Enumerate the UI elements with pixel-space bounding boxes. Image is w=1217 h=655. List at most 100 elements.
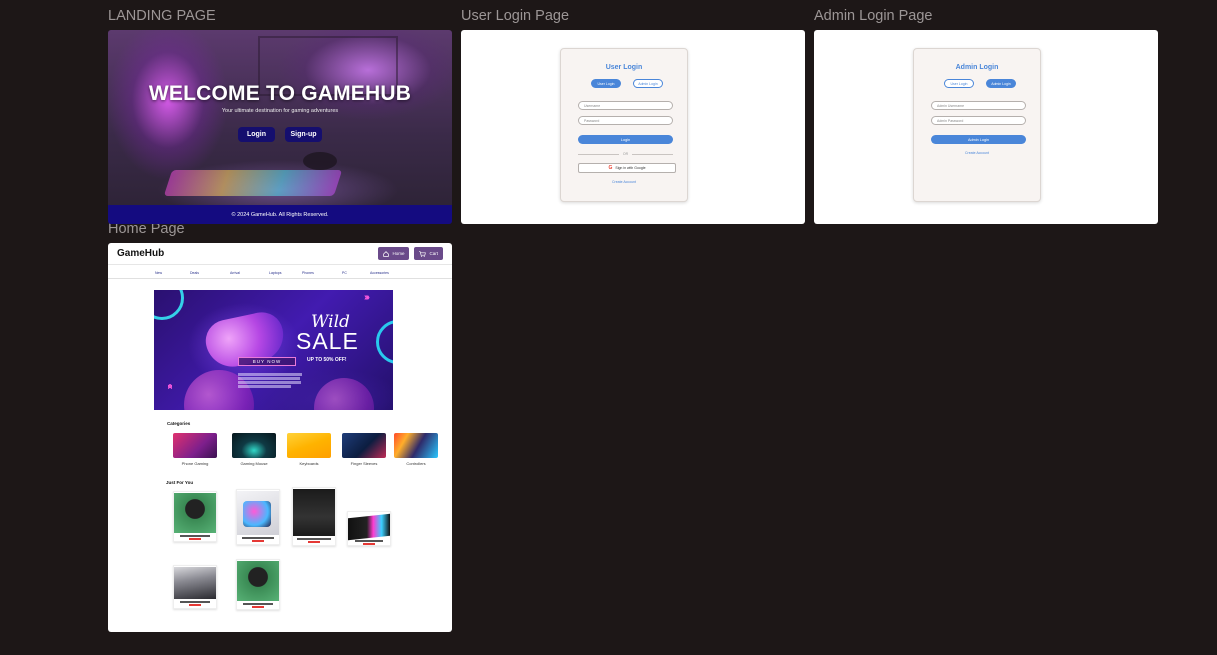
keyboard-graphic	[163, 170, 343, 196]
admin-username-field[interactable]: Admin Username	[931, 101, 1026, 110]
landing-buttons: Login Sign-up	[108, 127, 452, 142]
category-label: Phone Gaming	[181, 461, 209, 466]
product-price	[237, 540, 279, 544]
username-field[interactable]: Username	[578, 101, 673, 110]
category-image	[394, 433, 438, 458]
create-account-link[interactable]: Create Account	[561, 180, 687, 184]
banner-discount: UP TO 50% OFF!	[307, 357, 347, 363]
admin-login-title: Admin Login	[955, 64, 999, 71]
product-name	[237, 535, 279, 539]
product-card[interactable]	[173, 565, 217, 609]
home-topbar: GameHub Home Cart	[108, 243, 452, 265]
category-controllers[interactable]: Controllers	[394, 433, 438, 466]
just-for-you-heading: Just For You	[166, 480, 194, 485]
google-icon: G	[608, 165, 613, 171]
user-login-button[interactable]: Login	[578, 135, 673, 144]
user-login-tab[interactable]: User Login	[944, 79, 974, 88]
home-frame[interactable]: GameHub Home Cart New Deals Arrival Lapt…	[108, 243, 452, 632]
cart-icon	[419, 250, 427, 257]
category-label: Keyboards	[299, 461, 319, 466]
product-card[interactable]	[347, 511, 391, 546]
neon-ring	[154, 290, 184, 320]
nav-new[interactable]: New	[155, 271, 162, 275]
decor-blob	[314, 378, 374, 410]
landing-footer: © 2024 GameHub. All Rights Reserved.	[108, 205, 452, 224]
product-image	[293, 489, 335, 536]
login-button[interactable]: Login	[238, 127, 275, 142]
product-image	[174, 567, 216, 599]
sale-banner[interactable]: ››› ››› Wild SALE UP TO 50% OFF! BUY NOW	[154, 290, 393, 410]
nav-phones[interactable]: Phones	[302, 271, 314, 275]
user-login-title: User Login	[605, 64, 643, 71]
landing-subtitle: Your ultimate destination for gaming adv…	[221, 108, 339, 114]
neon-ring	[376, 320, 393, 364]
product-name	[293, 536, 335, 540]
home-button[interactable]: Home	[378, 247, 410, 260]
product-name	[237, 601, 279, 605]
category-gaming-mouse[interactable]: Gaming Mouse	[232, 433, 276, 466]
cart-button-label: Cart	[429, 251, 438, 256]
category-label: Controllers	[406, 461, 426, 466]
category-image	[173, 433, 217, 458]
admin-login-button[interactable]: Admin Login	[931, 135, 1026, 144]
product-price	[237, 606, 279, 610]
banner-sale: SALE	[296, 328, 359, 354]
or-divider: OR	[578, 152, 673, 156]
product-price	[174, 538, 216, 542]
or-text: OR	[622, 152, 629, 156]
admin-login-tab[interactable]: Admin Login	[986, 79, 1016, 88]
product-price	[348, 543, 390, 547]
category-label: Gaming Mouse	[240, 461, 268, 466]
product-image	[348, 513, 390, 541]
category-image	[287, 433, 331, 458]
product-name	[174, 599, 216, 603]
google-signin-label: Sign in with Google	[615, 166, 646, 170]
home-button-label: Home	[392, 251, 405, 256]
category-image	[232, 433, 276, 458]
landing-title: WELCOME TO GAMEHUB	[148, 82, 412, 105]
admin-login-frame[interactable]: Admin Login User Login Admin Login Admin…	[814, 30, 1158, 224]
product-card[interactable]	[236, 489, 280, 545]
categories-heading: Categories	[167, 421, 191, 426]
category-image	[342, 433, 386, 458]
product-price	[174, 604, 216, 608]
buy-now-button[interactable]: BUY NOW	[238, 357, 296, 366]
password-field[interactable]: Password	[578, 116, 673, 125]
banner-blurb	[238, 372, 308, 389]
signup-button[interactable]: Sign-up	[285, 127, 322, 142]
category-finger-sleeves[interactable]: Finger Sleeves	[342, 433, 386, 466]
user-login-card: User Login User Login Admin Login Userna…	[560, 48, 688, 202]
category-label: Finger Sleeves	[350, 461, 378, 466]
cart-button[interactable]: Cart	[414, 247, 443, 260]
product-image	[237, 561, 279, 601]
user-login-frame[interactable]: User Login User Login Admin Login Userna…	[461, 30, 805, 224]
create-account-link[interactable]: Create Account	[914, 151, 1040, 155]
user-login-tab[interactable]: User Login	[591, 79, 621, 88]
nav-arrival[interactable]: Arrival	[230, 271, 240, 275]
nav-pc[interactable]: PC	[342, 271, 347, 275]
mouse-graphic	[303, 152, 337, 170]
admin-login-tab[interactable]: Admin Login	[633, 79, 663, 88]
nav-laptops[interactable]: Laptops	[269, 271, 281, 275]
landing-frame-label: LANDING PAGE	[108, 8, 216, 24]
nav-accessories[interactable]: Accessories	[370, 271, 389, 275]
product-card[interactable]	[173, 491, 217, 542]
nav-deals[interactable]: Deals	[190, 271, 199, 275]
category-phone-gaming[interactable]: Phone Gaming	[173, 433, 217, 466]
category-keyboards[interactable]: Keyboards	[287, 433, 331, 466]
product-price	[293, 541, 335, 545]
arrow-decor: ›››	[364, 292, 370, 303]
product-image	[237, 491, 279, 535]
product-card[interactable]	[292, 487, 336, 546]
product-name	[174, 533, 216, 537]
brand-logo[interactable]: GameHub	[117, 248, 164, 259]
landing-frame[interactable]: WELCOME TO GAMEHUB Your ultimate destina…	[108, 30, 452, 224]
user-login-frame-label: User Login Page	[461, 8, 570, 24]
product-image	[174, 493, 216, 533]
category-nav: New Deals Arrival Laptops Phones PC Acce…	[108, 267, 452, 279]
arrow-decor: ›››	[164, 385, 176, 390]
admin-password-field[interactable]: Admin Password	[931, 116, 1026, 125]
product-card[interactable]	[236, 559, 280, 610]
home-icon	[383, 250, 390, 257]
google-signin-button[interactable]: G Sign in with Google	[578, 163, 676, 173]
